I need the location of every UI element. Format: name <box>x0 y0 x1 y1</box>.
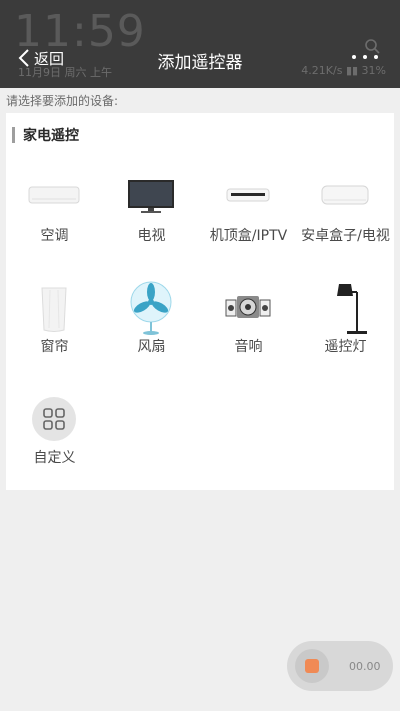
speaker-icon <box>225 296 271 318</box>
record-timer: 00.00 <box>349 659 381 673</box>
device-tv[interactable]: 电视 <box>103 163 200 271</box>
more-menu-button[interactable] <box>352 52 378 62</box>
title-bar: 11:59 11月9日 周六 上午 4.21K/s ▮▮ 31% 返回 添加遥控… <box>0 0 400 88</box>
device-label: 自定义 <box>33 450 76 466</box>
device-custom[interactable]: 自定义 <box>6 385 103 493</box>
device-label: 风扇 <box>137 339 166 355</box>
device-label: 机顶盒/IPTV <box>209 228 288 244</box>
record-button[interactable] <box>295 649 329 683</box>
device-android-box[interactable]: 安卓盒子/电视 <box>297 163 394 271</box>
custom-grid-icon <box>32 397 76 441</box>
dot-icon <box>363 55 367 59</box>
air-conditioner-icon <box>28 186 80 204</box>
section-marker <box>12 127 15 143</box>
page-title: 添加遥控器 <box>157 53 243 73</box>
device-card: 家电遥控 空调 电视 机顶盒/IPTV 安卓盒子/电视 窗帘 风扇 音响 遥控灯… <box>6 113 394 490</box>
select-device-hint: 请选择要添加的设备: <box>6 94 119 108</box>
voice-recorder-widget[interactable]: 00.00 <box>287 641 393 691</box>
curtain-icon <box>41 287 67 332</box>
device-label: 音响 <box>234 339 263 355</box>
device-label: 电视 <box>137 228 166 244</box>
section-title: 家电遥控 <box>23 128 79 144</box>
record-icon <box>305 659 319 673</box>
device-label: 空调 <box>40 228 69 244</box>
device-label: 遥控灯 <box>324 339 367 355</box>
device-curtain[interactable]: 窗帘 <box>6 274 103 382</box>
device-label: 安卓盒子/电视 <box>301 228 390 244</box>
device-label: 窗帘 <box>40 339 69 355</box>
dot-icon <box>352 55 356 59</box>
android-box-icon <box>321 185 369 205</box>
section-header: 家电遥控 <box>12 126 79 144</box>
dot-icon <box>374 55 378 59</box>
set-top-box-icon <box>226 188 270 202</box>
tv-icon <box>128 180 174 213</box>
device-speaker[interactable]: 音响 <box>200 274 297 382</box>
fan-icon <box>130 281 172 335</box>
lamp-icon <box>337 284 367 334</box>
device-set-top-box[interactable]: 机顶盒/IPTV <box>200 163 297 271</box>
device-lamp[interactable]: 遥控灯 <box>297 274 394 382</box>
device-air-conditioner[interactable]: 空调 <box>6 163 103 271</box>
device-fan[interactable]: 风扇 <box>103 274 200 382</box>
